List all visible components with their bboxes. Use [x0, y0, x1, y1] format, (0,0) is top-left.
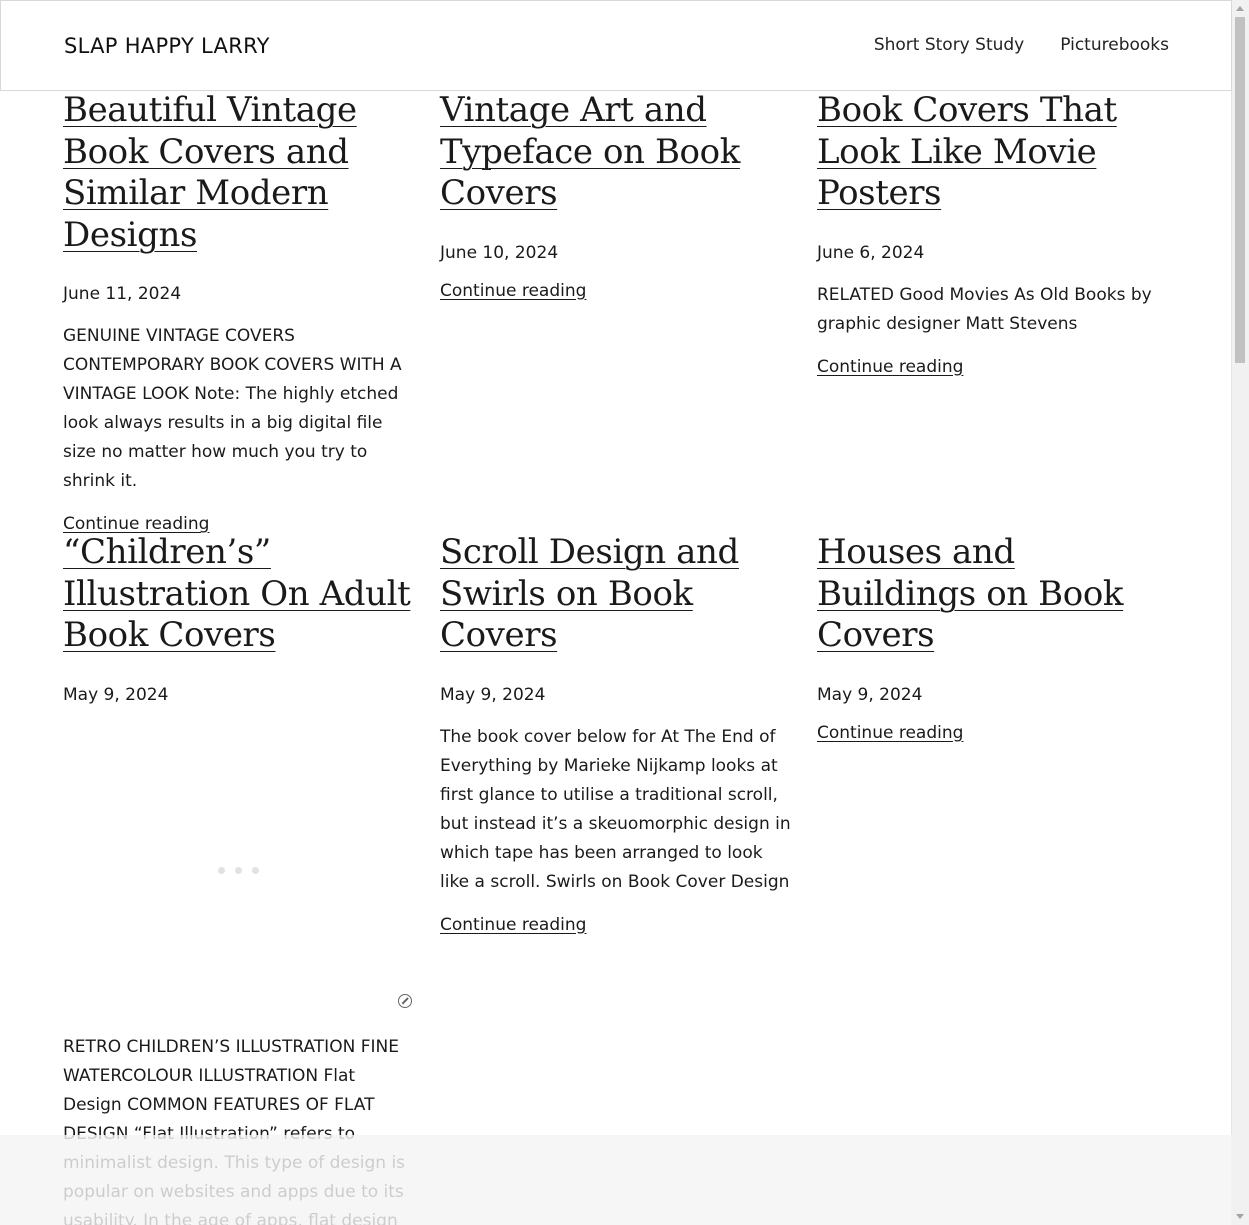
post-title-link[interactable]: Beautiful Vintage Book Covers and Simila… [63, 90, 415, 256]
post-title-link[interactable]: Vintage Art and Typeface on Book Covers [440, 90, 792, 215]
post-card: Houses and Buildings on Book Covers May … [817, 532, 1169, 743]
embed-placeholder [63, 711, 415, 1015]
site-header: SLAP HAPPY LARRY Short Story Study Pictu… [0, 0, 1232, 91]
post-title-link[interactable]: “Children’s” Illustration On Adult Book … [63, 532, 415, 657]
embed-settings-icon[interactable] [398, 993, 412, 1008]
continue-reading-link[interactable]: Continue reading [440, 915, 586, 935]
loading-dots-icon [218, 866, 259, 874]
continue-reading-link[interactable]: Continue reading [440, 281, 586, 301]
nav-item-short-story-study[interactable]: Short Story Study [874, 35, 1024, 55]
continue-reading-link[interactable]: Continue reading [817, 723, 963, 743]
post-date: May 9, 2024 [817, 684, 923, 705]
scroll-down-arrow-icon[interactable] [1236, 1214, 1244, 1219]
nav-item-picturebooks[interactable]: Picturebooks [1060, 35, 1169, 55]
post-date: May 9, 2024 [63, 684, 169, 705]
post-date: June 6, 2024 [817, 242, 925, 263]
post-date: June 10, 2024 [440, 242, 559, 263]
continue-reading-link[interactable]: Continue reading [817, 357, 963, 377]
bottom-overlay [0, 1135, 1232, 1225]
post-excerpt: GENUINE VINTAGE COVERS CONTEMPORARY BOOK… [63, 326, 402, 491]
post-title-link[interactable]: Book Covers That Look Like Movie Posters [817, 90, 1169, 215]
post-card: Scroll Design and Swirls on Book Covers … [440, 532, 792, 935]
post-date: June 11, 2024 [63, 284, 182, 304]
post-card: Book Covers That Look Like Movie Posters… [817, 90, 1169, 377]
scrollbar-thumb[interactable] [1235, 17, 1245, 363]
post-card: “Children’s” Illustration On Adult Book … [63, 532, 415, 1225]
post-date: May 9, 2024 [440, 684, 546, 705]
page-viewport: SLAP HAPPY LARRY Short Story Study Pictu… [0, 0, 1232, 1225]
site-title-link[interactable]: SLAP HAPPY LARRY [64, 34, 270, 58]
post-excerpt: RELATED Good Movies As Old Books by grap… [817, 284, 1152, 334]
post-title-link[interactable]: Scroll Design and Swirls on Book Covers [440, 532, 792, 657]
post-excerpt: The book cover below for At The End of E… [440, 726, 791, 892]
post-title-link[interactable]: Houses and Buildings on Book Covers [817, 532, 1169, 657]
post-card: Beautiful Vintage Book Covers and Simila… [63, 90, 415, 534]
scroll-up-arrow-icon[interactable] [1236, 6, 1244, 11]
main-nav: Short Story Study Picturebooks [874, 35, 1169, 55]
continue-reading-link[interactable]: Continue reading [63, 514, 209, 534]
post-card: Vintage Art and Typeface on Book Covers … [440, 90, 792, 301]
vertical-scrollbar[interactable] [1231, 0, 1249, 1225]
